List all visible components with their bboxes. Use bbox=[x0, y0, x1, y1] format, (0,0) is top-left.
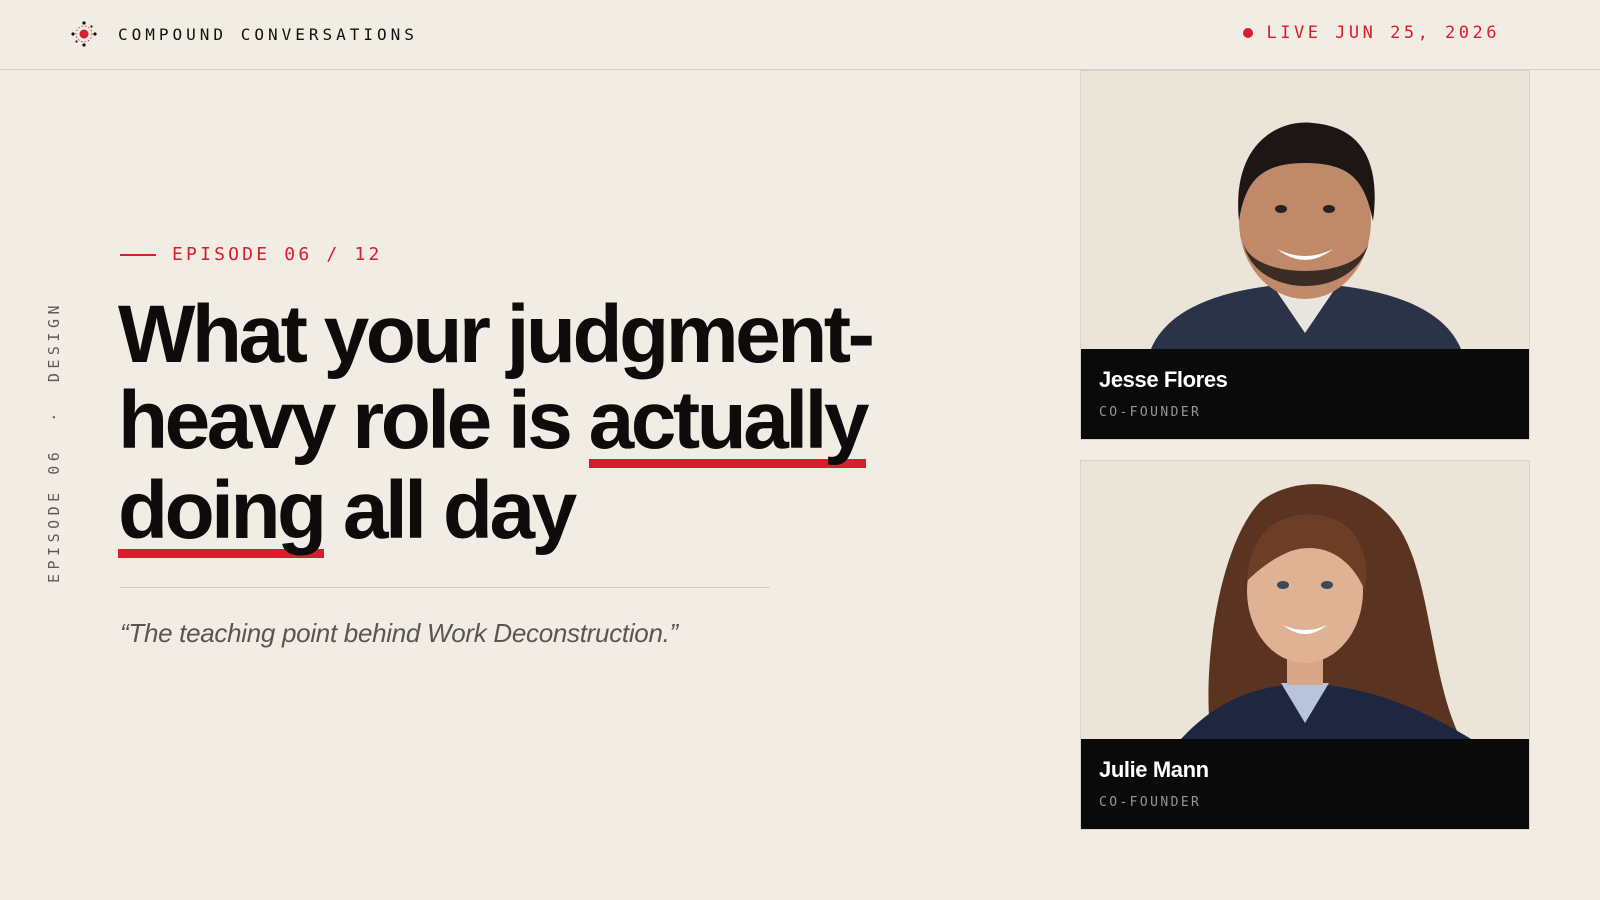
brand[interactable]: COMPOUND CONVERSATIONS bbox=[70, 20, 418, 48]
woman-portrait-icon bbox=[1081, 461, 1529, 739]
headline-line-1: What your judgment- bbox=[118, 289, 875, 380]
guest-role: CO-FOUNDER bbox=[1099, 795, 1202, 810]
live-date: LIVE JUN 25, 2026 bbox=[1266, 23, 1500, 43]
vertical-episode-label: EPISODE 06 · DESIGN bbox=[45, 301, 63, 583]
episode-rule bbox=[120, 253, 156, 256]
guest-name: Jesse Flores bbox=[1099, 367, 1228, 392]
headline-underlined-word-actually: actually bbox=[588, 375, 870, 468]
episode-quote: “The teaching point behind Work Deconstr… bbox=[120, 618, 678, 648]
target-dots-icon bbox=[71, 21, 97, 47]
guest-role: CO-FOUNDER bbox=[1099, 405, 1202, 420]
headline-line-3: doing all day bbox=[118, 468, 1018, 558]
live-dot-icon bbox=[1242, 28, 1253, 38]
guest-name: Julie Mann bbox=[1099, 757, 1209, 782]
headline: What your judgment- heavy role is actual… bbox=[118, 292, 1018, 558]
top-bar: COMPOUND CONVERSATIONS LIVE JUN 25, 2026 bbox=[0, 0, 1600, 70]
live-indicator: LIVE JUN 25, 2026 bbox=[1242, 23, 1501, 43]
vertical-category: DESIGN bbox=[45, 300, 63, 383]
headline-underlined-word-doing: doing bbox=[118, 465, 327, 558]
guest-portrait bbox=[1081, 71, 1529, 349]
vertical-episode-number: EPISODE 06 bbox=[45, 447, 63, 584]
guest-card-jesse-flores[interactable]: Jesse Flores CO-FOUNDER bbox=[1080, 70, 1530, 440]
episode-label: EPISODE 06 / 12 bbox=[120, 244, 383, 265]
divider bbox=[120, 587, 770, 588]
brand-name: COMPOUND CONVERSATIONS bbox=[118, 24, 418, 44]
headline-line-2: heavy role is actually bbox=[118, 378, 1018, 468]
guest-portrait bbox=[1081, 461, 1529, 739]
guest-card-julie-mann[interactable]: Julie Mann CO-FOUNDER bbox=[1080, 460, 1530, 830]
headline-line-3-text: all day bbox=[323, 465, 577, 556]
headline-line-2-text: heavy role is bbox=[118, 375, 589, 466]
vertical-separator: · bbox=[45, 408, 63, 422]
episode-number: EPISODE 06 / 12 bbox=[172, 244, 383, 265]
man-portrait-icon bbox=[1081, 71, 1529, 349]
